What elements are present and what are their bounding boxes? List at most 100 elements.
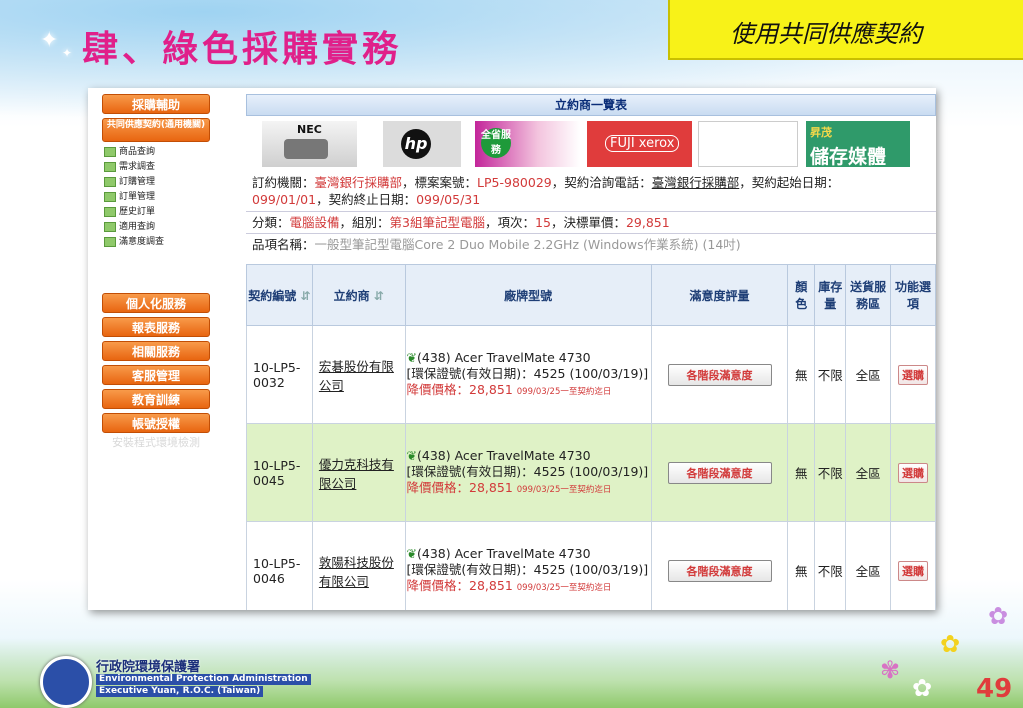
table-row: 10-LP5-0032 宏碁股份有限公司 ❦(438) Acer TravelM…: [246, 325, 936, 424]
storage-logo[interactable]: 昇茂 儲存媒體: [806, 121, 910, 168]
sidebar-item-order-list[interactable]: 訂單管理: [104, 191, 155, 203]
sort-icon[interactable]: ⇵: [374, 289, 384, 303]
contract-info: 訂約機關：臺灣銀行採購部，標案案號：LP5-980029，契約洽詢電話：臺灣銀行…: [252, 175, 840, 207]
action-cell: 選購: [890, 521, 936, 610]
report-service-button[interactable]: 報表服務: [102, 317, 210, 337]
folder-icon: [104, 176, 116, 187]
common-contract-button[interactable]: 共同供應契約(通用機關): [102, 118, 210, 142]
install-env-check-link[interactable]: 安裝程式環境檢測: [100, 435, 212, 450]
slide-tag-text: 使用共同供應契約: [730, 20, 922, 48]
vendor-logos: NEC hp 全省服務 FUJI xerox 昇茂 儲存媒體: [246, 116, 936, 172]
table-row: 10-LP5-0045 優力克科技有限公司 ❦(438) Acer Travel…: [246, 423, 936, 522]
th-model: 廠牌型號: [404, 264, 652, 326]
fujixerox-logo[interactable]: FUJI xerox: [587, 121, 692, 167]
hp-logo[interactable]: hp: [383, 121, 461, 167]
account-auth-button[interactable]: 帳號授權: [102, 413, 210, 433]
area-cell: 全區: [845, 521, 892, 610]
th-satisfaction: 滿意度評量: [650, 264, 789, 326]
table-row: 10-LP5-0046 敦陽科技股份有限公司 ❦(438) Acer Trave…: [246, 521, 936, 610]
flower-icon: ✿: [988, 602, 1009, 630]
folder-icon: [104, 236, 116, 247]
end-date: 099/05/31: [416, 192, 481, 207]
leaf-icon: ❦: [406, 349, 418, 365]
blank-logo: [698, 121, 798, 167]
folder-icon: [104, 161, 116, 172]
purchase-button[interactable]: 選購: [898, 462, 929, 483]
stock-cell: 不限: [814, 325, 847, 424]
stock-cell: 不限: [814, 423, 847, 522]
org-english-2: Executive Yuan, R.O.C. (Taiwan): [96, 686, 264, 697]
satisfaction-cell: 各階段滿意度: [650, 423, 789, 522]
service-logo[interactable]: 全省服務: [475, 121, 580, 167]
sidebar-item-satisfaction-survey[interactable]: 滿意度調查: [104, 236, 164, 248]
training-button[interactable]: 教育訓練: [102, 389, 210, 409]
product-name: 一般型筆記型電腦Core 2 Duo Mobile 2.2GHz (Window…: [314, 237, 741, 252]
page-number: 49: [976, 674, 1013, 704]
phone-link[interactable]: 臺灣銀行採購部: [652, 175, 740, 190]
model-cell: ❦(438) Acer TravelMate 4730 [環保證號(有效日期)：…: [404, 521, 652, 610]
org-english-1: Environmental Protection Administration: [96, 674, 311, 685]
folder-icon: [104, 191, 116, 202]
sidebar: 採購輔助 共同供應契約(通用機關) 商品查詢 需求調查 訂購管理 訂單管理 歷史…: [88, 88, 233, 610]
purchase-button[interactable]: 選購: [898, 364, 929, 385]
satisfaction-cell: 各階段滿意度: [650, 325, 789, 424]
projector-icon: [284, 139, 328, 159]
slide-footer: 行政院環境保護署 Environmental Protection Admini…: [0, 602, 1023, 708]
contract-no-cell: 10-LP5-0045: [246, 423, 313, 522]
vendor-link[interactable]: 宏碁股份有限公司: [311, 325, 406, 424]
panel-header: 立約商一覽表: [246, 94, 936, 116]
th-stock: 庫存量: [814, 264, 847, 326]
sidebar-item-order-management[interactable]: 訂購管理: [104, 176, 155, 188]
personal-service-button[interactable]: 個人化服務: [102, 293, 210, 313]
sparkle-icon: ✦: [62, 46, 73, 60]
folder-icon: [104, 206, 116, 217]
flower-icon: ✿: [912, 674, 933, 702]
area-cell: 全區: [845, 325, 892, 424]
screenshot-panel: 採購輔助 共同供應契約(通用機關) 商品查詢 需求調查 訂購管理 訂單管理 歷史…: [88, 88, 936, 610]
sidebar-item-history-orders[interactable]: 歷史訂單: [104, 206, 155, 218]
satisfaction-button[interactable]: 各階段滿意度: [667, 461, 772, 484]
color-cell: 無: [787, 521, 816, 610]
th-contract-no[interactable]: 契約編號 ⇵: [246, 264, 313, 326]
sort-icon[interactable]: ⇵: [301, 289, 311, 303]
stock-cell: 不限: [814, 521, 847, 610]
org-value: 臺灣銀行採購部: [314, 175, 403, 190]
th-color: 顏色: [787, 264, 816, 326]
nec-logo[interactable]: NEC: [262, 121, 357, 167]
customer-service-button[interactable]: 客服管理: [102, 365, 210, 385]
category-info: 分類：電腦設備，組別：第3組筆記型電腦，項次：15，決標單價：29,851: [246, 211, 936, 231]
vendor-link[interactable]: 優力克科技有限公司: [311, 423, 406, 522]
satisfaction-button[interactable]: 各階段滿意度: [667, 363, 772, 386]
th-function: 功能選項: [890, 264, 936, 326]
start-date: 099/01/01: [252, 192, 317, 207]
procurement-help-button[interactable]: 採購輔助: [102, 94, 210, 114]
satisfaction-cell: 各階段滿意度: [650, 521, 789, 610]
related-service-button[interactable]: 相關服務: [102, 341, 210, 361]
th-delivery: 送貨服務區: [845, 264, 892, 326]
contract-no-cell: 10-LP5-0032: [246, 325, 313, 424]
vendor-link[interactable]: 敦陽科技股份有限公司: [311, 521, 406, 610]
satisfaction-button[interactable]: 各階段滿意度: [667, 559, 772, 582]
sidebar-item-applicable-search[interactable]: 適用查詢: [104, 221, 155, 233]
sidebar-item-demand-survey[interactable]: 需求調查: [104, 161, 155, 173]
product-info: 品項名稱：一般型筆記型電腦Core 2 Duo Mobile 2.2GHz (W…: [246, 233, 936, 253]
org-name: 行政院環境保護署: [96, 660, 201, 675]
folder-icon: [104, 146, 116, 157]
model-cell: ❦(438) Acer TravelMate 4730 [環保證號(有效日期)：…: [404, 423, 652, 522]
table-header-row: 契約編號 ⇵ 立約商 ⇵ 廠牌型號 滿意度評量 顏色 庫存量 送貨服務區 功能選…: [246, 264, 936, 326]
color-cell: 無: [787, 325, 816, 424]
vendor-table: 契約編號 ⇵ 立約商 ⇵ 廠牌型號 滿意度評量 顏色 庫存量 送貨服務區 功能選…: [246, 264, 936, 610]
area-cell: 全區: [845, 423, 892, 522]
flower-icon: ✾: [880, 656, 901, 684]
sidebar-item-product-search[interactable]: 商品查詢: [104, 146, 155, 158]
sparkle-icon: ✦: [40, 28, 59, 53]
action-cell: 選購: [890, 423, 936, 522]
contract-no-cell: 10-LP5-0046: [246, 521, 313, 610]
case-value: LP5-980029: [477, 175, 552, 190]
epa-logo-icon: [40, 656, 92, 708]
folder-icon: [104, 221, 116, 232]
model-cell: ❦(438) Acer TravelMate 4730 [環保證號(有效日期)：…: [404, 325, 652, 424]
slide-title: 肆、綠色採購實務: [82, 28, 403, 70]
purchase-button[interactable]: 選購: [898, 560, 929, 581]
th-vendor[interactable]: 立約商 ⇵: [311, 264, 406, 326]
